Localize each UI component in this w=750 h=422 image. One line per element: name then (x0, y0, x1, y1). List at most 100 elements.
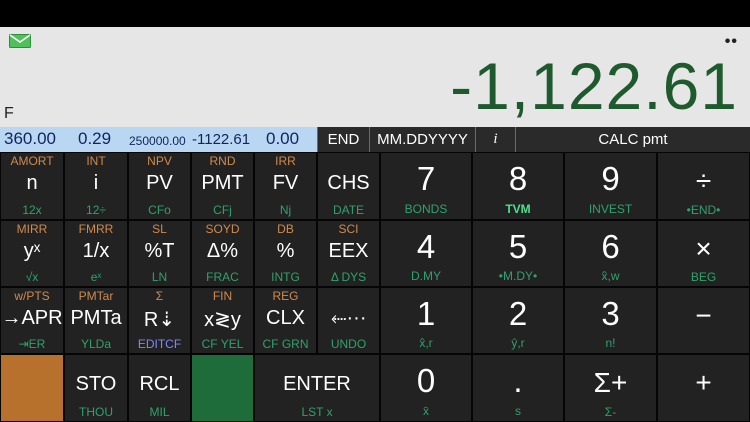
key-label-bottom: x̂,w (601, 269, 620, 283)
key-label: FV (272, 172, 299, 194)
key-f-shift[interactable] (0, 354, 64, 422)
key-backspace[interactable]: ⬸··· UNDO (317, 287, 380, 354)
key-apr[interactable]: w/PTS →APR ⇥ER (0, 287, 64, 354)
register-n[interactable]: 360.00 (4, 129, 56, 149)
key-label: yˣ (23, 240, 41, 262)
key-pmta[interactable]: PMTar PMTa YLDa (64, 287, 128, 354)
key-fv[interactable]: IRR FV Nj (254, 152, 317, 220)
key-label: →APR (1, 307, 63, 329)
key-label-bottom: x̂,r (419, 336, 433, 350)
key-1[interactable]: 1 x̂,r (380, 287, 472, 354)
key-y-power-x[interactable]: MIRR yˣ √x (0, 220, 64, 287)
key-enter[interactable]: ENTER LST x (254, 354, 380, 422)
key-label: Δ% (206, 240, 239, 262)
key-label: n (26, 172, 38, 194)
key-percent-total[interactable]: SL %T LN (128, 220, 191, 287)
key-sto[interactable]: STO THOU (64, 354, 128, 422)
key-decimal[interactable]: . s (472, 354, 564, 422)
key-label-bottom: YLDa (80, 337, 112, 351)
key-label-bottom: CF GRN (262, 337, 309, 351)
key-label: PMTa (70, 307, 122, 329)
key-label-bottom: √x (25, 270, 39, 284)
key-label-bottom: ŷ,r (511, 336, 525, 350)
key-label: 9 (601, 160, 620, 197)
key-label: 7 (416, 160, 436, 197)
key-pv[interactable]: NPV PV CFo (128, 152, 191, 220)
key-label: 0 (416, 362, 436, 399)
key-0[interactable]: 0 x̄ (380, 354, 472, 422)
status-calc[interactable]: CALC pmt (515, 127, 750, 152)
key-label-top: SCI (338, 222, 359, 236)
key-label-top: DB (277, 222, 294, 236)
key-reciprocal[interactable]: FMRR 1/x eˣ (64, 220, 128, 287)
key-9[interactable]: 9 INVEST (564, 152, 657, 220)
keypad: AMORT n 12x INT i 12÷ NPV PV CFo RND PMT… (0, 152, 750, 422)
key-6[interactable]: 6 x̂,w (564, 220, 657, 287)
top-bar (0, 0, 750, 27)
key-label-top: Σ (155, 289, 164, 303)
key-add[interactable]: + (657, 354, 750, 422)
key-label-top: FIN (212, 289, 233, 303)
key-label-bottom: Nj (279, 203, 292, 217)
key-eex[interactable]: SCI EEX Δ DYS (317, 220, 380, 287)
key-n[interactable]: AMORT n 12x (0, 152, 64, 220)
key-4[interactable]: 4 D.MY (380, 220, 472, 287)
key-label: + (695, 367, 712, 398)
status-i[interactable]: i (475, 127, 515, 152)
key-3[interactable]: 3 n! (564, 287, 657, 354)
key-label: 8 (508, 160, 528, 197)
key-label: 3 (601, 295, 620, 332)
key-swap-xy[interactable]: FIN x≷y CF YEL (191, 287, 254, 354)
register-pv[interactable]: 250000.00 (129, 134, 186, 148)
key-label: 1 (416, 295, 436, 332)
key-8[interactable]: 8 TVM (472, 152, 564, 220)
key-i[interactable]: INT i 12÷ (64, 152, 128, 220)
key-rcl[interactable]: RCL MIL (128, 354, 191, 422)
key-label: STO (75, 373, 117, 395)
key-2[interactable]: 2 ŷ,r (472, 287, 564, 354)
key-label-bottom: 12x (22, 203, 42, 217)
key-sigma-plus[interactable]: Σ+ Σ- (564, 354, 657, 422)
key-label-bottom: MIL (149, 405, 170, 419)
key-percent[interactable]: DB % INTG (254, 220, 317, 287)
key-7[interactable]: 7 BONDS (380, 152, 472, 220)
key-chs[interactable]: CHS DATE (317, 152, 380, 220)
key-label: x≷y (204, 309, 241, 331)
key-5[interactable]: 5 •M.DY• (472, 220, 564, 287)
key-label: % (276, 240, 295, 262)
register-i[interactable]: 0.29 (78, 129, 111, 149)
key-label-bottom: LN (151, 270, 168, 284)
key-label-top: MIRR (16, 222, 48, 236)
key-label: PV (146, 172, 173, 194)
status-end[interactable]: END (317, 127, 369, 152)
key-divide[interactable]: ÷ •END• (657, 152, 750, 220)
envelope-icon[interactable] (9, 34, 31, 48)
key-label: %T (144, 240, 175, 262)
key-label-bottom: CFj (213, 203, 232, 217)
key-roll-down[interactable]: Σ R⇣ EDITCF (128, 287, 191, 354)
key-subtract[interactable]: − (657, 287, 750, 354)
key-label-bottom: eˣ (90, 270, 102, 284)
key-label: − (695, 300, 712, 331)
key-label-top: w/PTS (14, 289, 50, 303)
register-pmt[interactable]: -1122.61 (192, 131, 250, 148)
key-label-top: AMORT (10, 154, 54, 168)
key-label-top: SOYD (205, 222, 240, 236)
status-date-format[interactable]: MM.DDYYYY (369, 127, 475, 152)
key-label-bottom: BONDS (404, 202, 448, 216)
key-label-bottom: x̄ (423, 404, 429, 418)
key-delta-percent[interactable]: SOYD Δ% FRAC (191, 220, 254, 287)
key-label-bottom: INTG (271, 270, 300, 284)
key-label: 2 (508, 295, 528, 332)
key-pmt[interactable]: RND PMT CFj (191, 152, 254, 220)
key-label-bottom: CFo (148, 203, 171, 217)
key-g-shift[interactable] (191, 354, 254, 422)
key-label: × (695, 233, 712, 264)
key-label-bottom: INVEST (588, 202, 633, 216)
key-label: 6 (601, 228, 620, 265)
key-clx[interactable]: REG CLX CF GRN (254, 287, 317, 354)
key-label-top: PMTar (78, 289, 114, 303)
key-multiply[interactable]: × BEG (657, 220, 750, 287)
key-label-bottom: CF YEL (201, 337, 244, 351)
register-fv[interactable]: 0.00 (266, 129, 299, 149)
